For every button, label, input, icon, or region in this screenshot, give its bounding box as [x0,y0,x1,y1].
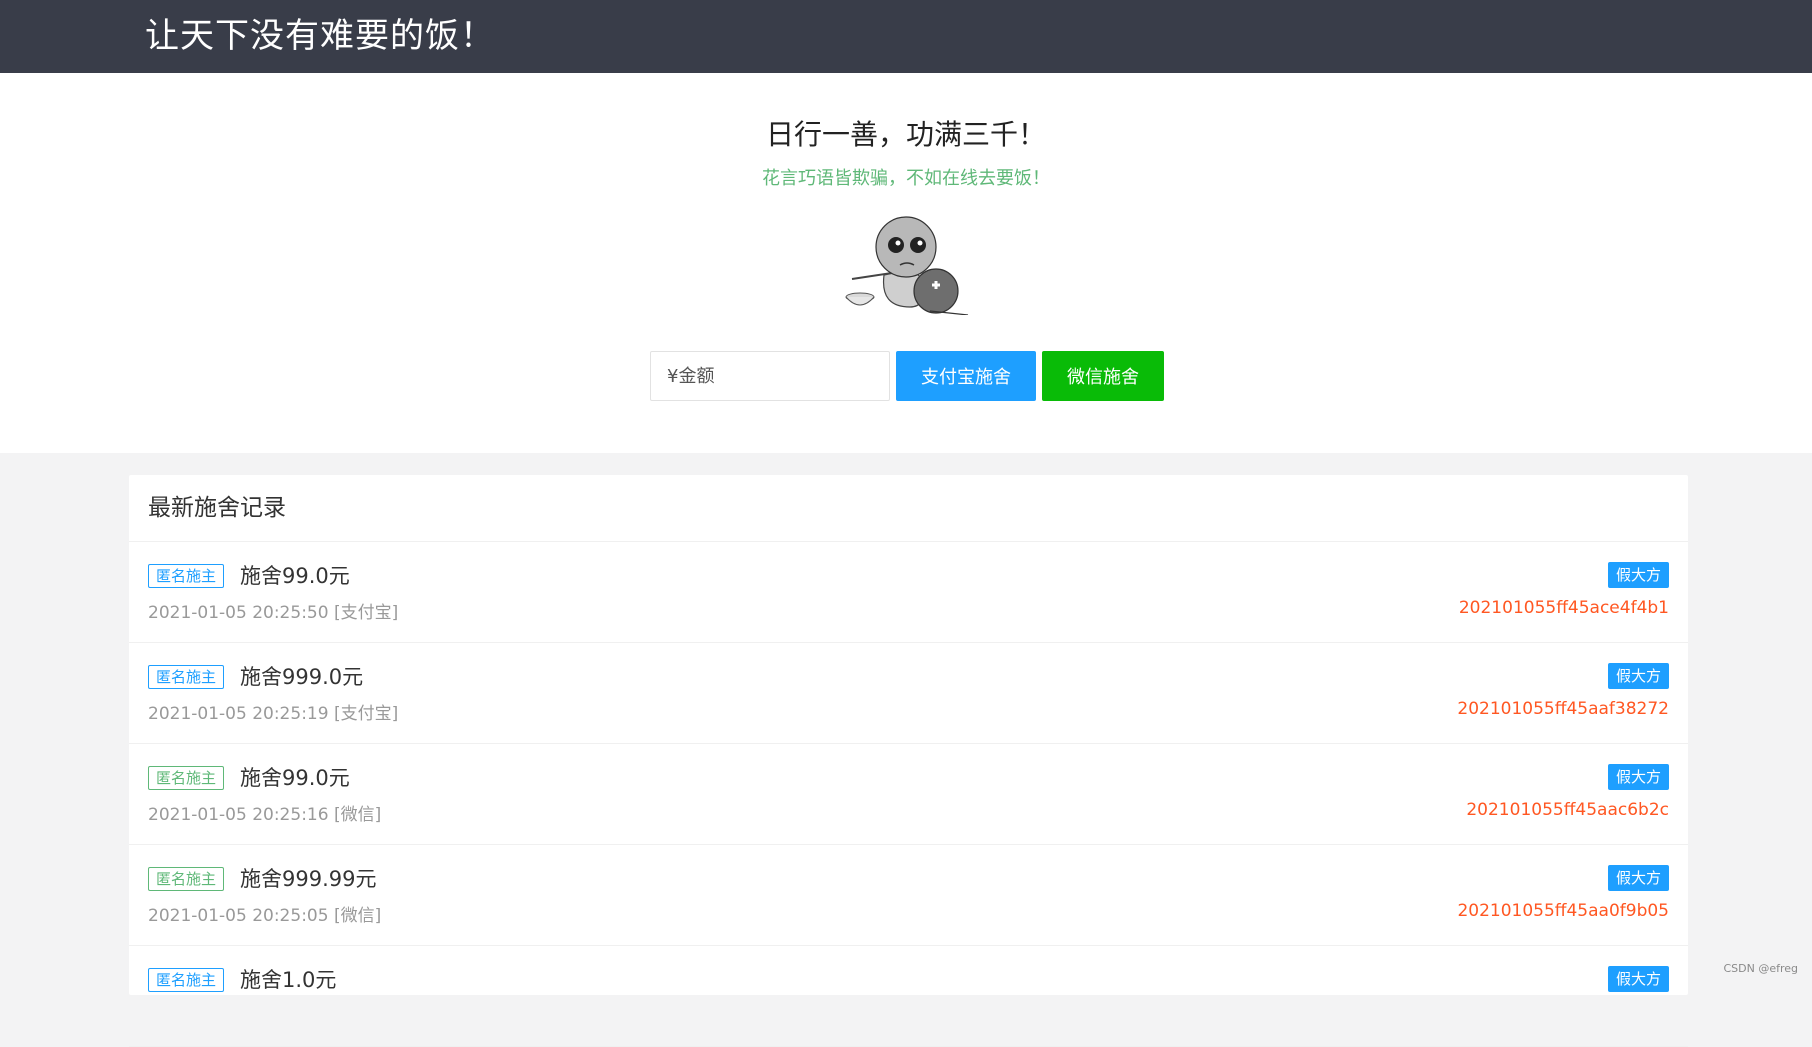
donor-tag: 匿名施主 [148,867,225,891]
beggar-illustration [845,216,969,315]
donor-tag: 匿名施主 [148,766,225,790]
alipay-donate-button[interactable]: 支付宝施舍 [896,351,1036,401]
record-row: 匿名施主 施舍999.0元 2021-01-05 20:25:19 [支付宝] … [129,643,1688,744]
donor-level-badge: 假大方 [1607,966,1669,992]
donate-form: 支付宝施舍 微信施舍 [650,351,1164,401]
record-row: 匿名施主 施舍99.0元 2021-01-05 20:25:50 [支付宝] 假… [129,542,1688,643]
watermark: CSDN @efreg [1723,962,1798,975]
order-number: 202101055ff45aac6b2c [1466,800,1669,820]
donor-tag: 匿名施主 [148,968,225,992]
record-meta: 2021-01-05 20:25:50 [支付宝] [148,603,399,623]
record-amount: 施舍999.99元 [240,867,377,891]
order-number: 202101055ff45ace4f4b1 [1458,598,1669,618]
hero-title: 日行一善，功满三千！ [765,118,1046,151]
records-title: 最新施舍记录 [129,475,1688,542]
record-meta: 2021-01-05 20:25:05 [微信] [148,906,382,926]
amount-input[interactable] [650,351,890,401]
record-amount: 施舍999.0元 [240,665,364,689]
site-brand[interactable]: 让天下没有难要的饭！ [145,8,495,57]
order-number: 202101055ff45aa0f9b05 [1457,901,1669,921]
donor-level-badge: 假大方 [1607,764,1669,790]
record-amount: 施舍1.0元 [240,968,337,992]
record-row: 匿名施主 施舍99.0元 2021-01-05 20:25:16 [微信] 假大… [129,744,1688,845]
hero-subtitle: 花言巧语皆欺骗，不如在线去要饭！ [762,168,1050,189]
donor-tag: 匿名施主 [148,564,225,588]
record-row: 匿名施主 施舍999.99元 2021-01-05 20:25:05 [微信] … [129,845,1688,946]
top-navbar: 让天下没有难要的饭！ [0,0,1812,73]
record-amount: 施舍99.0元 [240,766,350,790]
donation-records-panel: 最新施舍记录 匿名施主 施舍99.0元 2021-01-05 20:25:50 … [129,475,1688,1047]
donor-tag: 匿名施主 [148,665,225,689]
donor-level-badge: 假大方 [1607,562,1669,588]
order-number: 202101055ff45aaf38272 [1457,699,1669,719]
record-amount: 施舍99.0元 [240,564,350,588]
record-meta: 2021-01-05 20:25:19 [支付宝] [148,704,399,724]
donor-level-badge: 假大方 [1607,865,1669,891]
donor-level-badge: 假大方 [1607,663,1669,689]
record-meta: 2021-01-05 20:25:16 [微信] [148,805,382,825]
hero-section: 日行一善，功满三千！ 花言巧语皆欺骗，不如在线去要饭！ 支付宝施舍 微信施舍 [0,73,1812,453]
wechat-donate-button[interactable]: 微信施舍 [1042,351,1164,401]
record-row: 匿名施主 施舍1.0元 假大方 [129,946,1688,1047]
